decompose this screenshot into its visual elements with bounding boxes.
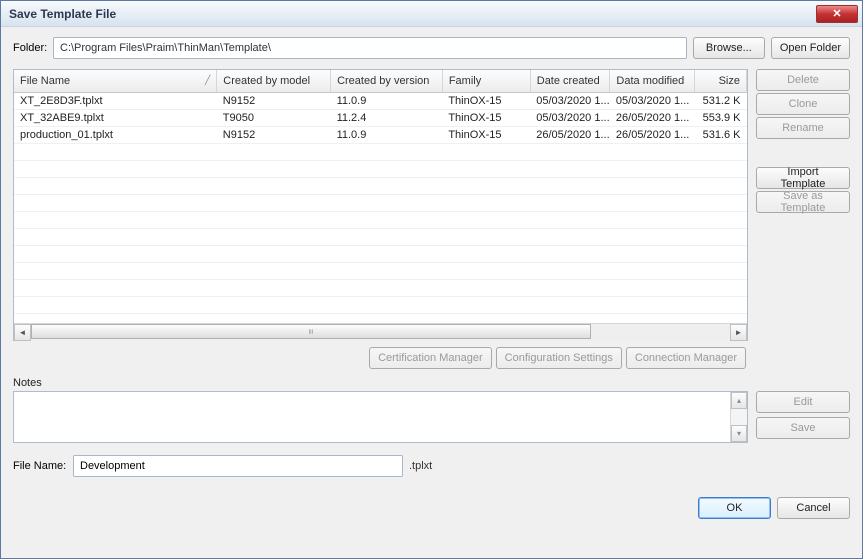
browse-button[interactable]: Browse... xyxy=(693,37,765,59)
titlebar: Save Template File ✕ xyxy=(1,1,862,27)
cell-model: T9050 xyxy=(217,109,331,126)
notes-row: ▴ ▾ Edit Save xyxy=(13,391,850,443)
cell-family: ThinOX-15 xyxy=(442,92,530,109)
table-row[interactable]: XT_32ABE9.tplxtT905011.2.4ThinOX-1505/03… xyxy=(14,109,747,126)
table-row-empty xyxy=(14,211,747,228)
cell-created: 05/03/2020 1... xyxy=(530,92,610,109)
notes-textarea[interactable]: ▴ ▾ xyxy=(13,391,748,443)
folder-row: Folder: Browse... Open Folder xyxy=(13,37,850,59)
filename-label: File Name: xyxy=(13,460,67,472)
col-file-name-label: File Name xyxy=(20,75,70,87)
window-title: Save Template File xyxy=(9,7,816,21)
cell-ver: 11.2.4 xyxy=(331,109,443,126)
table-row-empty xyxy=(14,296,747,313)
table-scroll[interactable]: File Name ╱ Created by model Created by v… xyxy=(14,70,747,323)
scroll-thumb[interactable] xyxy=(31,324,591,339)
connection-manager-button[interactable]: Connection Manager xyxy=(626,347,746,369)
cell-size: 553.9 K xyxy=(695,109,747,126)
scroll-left-icon[interactable]: ◄ xyxy=(14,324,31,341)
col-file-name[interactable]: File Name ╱ xyxy=(14,70,217,92)
main-row: File Name ╱ Created by model Created by v… xyxy=(13,69,850,341)
col-model[interactable]: Created by model xyxy=(217,70,331,92)
edit-button[interactable]: Edit xyxy=(756,391,850,413)
filename-row: File Name: .tplxt xyxy=(13,455,850,477)
cell-size: 531.2 K xyxy=(695,92,747,109)
table-row[interactable]: production_01.tplxtN915211.0.9ThinOX-152… xyxy=(14,126,747,143)
table-row-empty xyxy=(14,143,747,160)
certification-manager-button[interactable]: Certification Manager xyxy=(369,347,492,369)
close-icon: ✕ xyxy=(832,7,841,20)
cell-fname: XT_2E8D3F.tplxt xyxy=(14,92,217,109)
cell-fname: XT_32ABE9.tplxt xyxy=(14,109,217,126)
delete-button[interactable]: Delete xyxy=(756,69,850,91)
cell-ver: 11.0.9 xyxy=(331,92,443,109)
dialog-body: Folder: Browse... Open Folder File Name ╱… xyxy=(1,27,862,558)
configuration-settings-button[interactable]: Configuration Settings xyxy=(496,347,622,369)
notes-scrollbar[interactable]: ▴ ▾ xyxy=(730,392,747,442)
clone-button[interactable]: Clone xyxy=(756,93,850,115)
side-buttons: Delete Clone Rename Import Template Save… xyxy=(756,69,850,341)
table-row-empty xyxy=(14,279,747,296)
col-family[interactable]: Family xyxy=(442,70,530,92)
save-button[interactable]: Save xyxy=(756,417,850,439)
sort-asc-icon: ╱ xyxy=(205,75,210,86)
scroll-up-icon[interactable]: ▴ xyxy=(731,392,747,409)
col-date-created[interactable]: Date created xyxy=(530,70,610,92)
cell-created: 26/05/2020 1... xyxy=(530,126,610,143)
scroll-track[interactable] xyxy=(31,324,730,341)
cell-modified: 05/03/2020 1... xyxy=(610,92,695,109)
close-button[interactable]: ✕ xyxy=(816,5,858,23)
table-row-empty xyxy=(14,245,747,262)
open-folder-button[interactable]: Open Folder xyxy=(771,37,850,59)
folder-label: Folder: xyxy=(13,42,47,54)
manager-buttons: Certification Manager Configuration Sett… xyxy=(13,347,850,369)
cell-family: ThinOX-15 xyxy=(442,126,530,143)
col-data-modified[interactable]: Data modified xyxy=(610,70,695,92)
save-as-template-button[interactable]: Save as Template xyxy=(756,191,850,213)
cancel-button[interactable]: Cancel xyxy=(777,497,850,519)
file-table: File Name ╱ Created by model Created by v… xyxy=(13,69,748,341)
cell-size: 531.6 K xyxy=(695,126,747,143)
ok-button[interactable]: OK xyxy=(698,497,771,519)
filename-input[interactable] xyxy=(73,455,403,477)
table-row-empty xyxy=(14,177,747,194)
col-version[interactable]: Created by version xyxy=(331,70,443,92)
folder-path-input[interactable] xyxy=(53,37,687,59)
cell-fname: production_01.tplxt xyxy=(14,126,217,143)
dialog-window: Save Template File ✕ Folder: Browse... O… xyxy=(0,0,863,559)
rename-button[interactable]: Rename xyxy=(756,117,850,139)
cell-modified: 26/05/2020 1... xyxy=(610,126,695,143)
scroll-right-icon[interactable]: ► xyxy=(730,324,747,341)
cell-ver: 11.0.9 xyxy=(331,126,443,143)
table-row[interactable]: XT_2E8D3F.tplxtN915211.0.9ThinOX-1505/03… xyxy=(14,92,747,109)
cell-created: 05/03/2020 1... xyxy=(530,109,610,126)
cell-modified: 26/05/2020 1... xyxy=(610,109,695,126)
table-row-empty xyxy=(14,160,747,177)
dialog-buttons: OK Cancel xyxy=(13,497,850,519)
table-row-empty xyxy=(14,194,747,211)
notes-label: Notes xyxy=(13,377,850,389)
import-template-button[interactable]: Import Template xyxy=(756,167,850,189)
table-row-empty xyxy=(14,228,747,245)
cell-model: N9152 xyxy=(217,126,331,143)
notes-side-buttons: Edit Save xyxy=(756,391,850,443)
table-row-empty xyxy=(14,313,747,323)
filename-extension: .tplxt xyxy=(409,460,432,472)
table-row-empty xyxy=(14,262,747,279)
horizontal-scrollbar[interactable]: ◄ ► xyxy=(14,323,747,340)
col-size[interactable]: Size xyxy=(695,70,747,92)
cell-model: N9152 xyxy=(217,92,331,109)
cell-family: ThinOX-15 xyxy=(442,109,530,126)
side-gap xyxy=(756,141,850,165)
scroll-down-icon[interactable]: ▾ xyxy=(731,425,747,442)
template-table: File Name ╱ Created by model Created by v… xyxy=(14,70,747,323)
